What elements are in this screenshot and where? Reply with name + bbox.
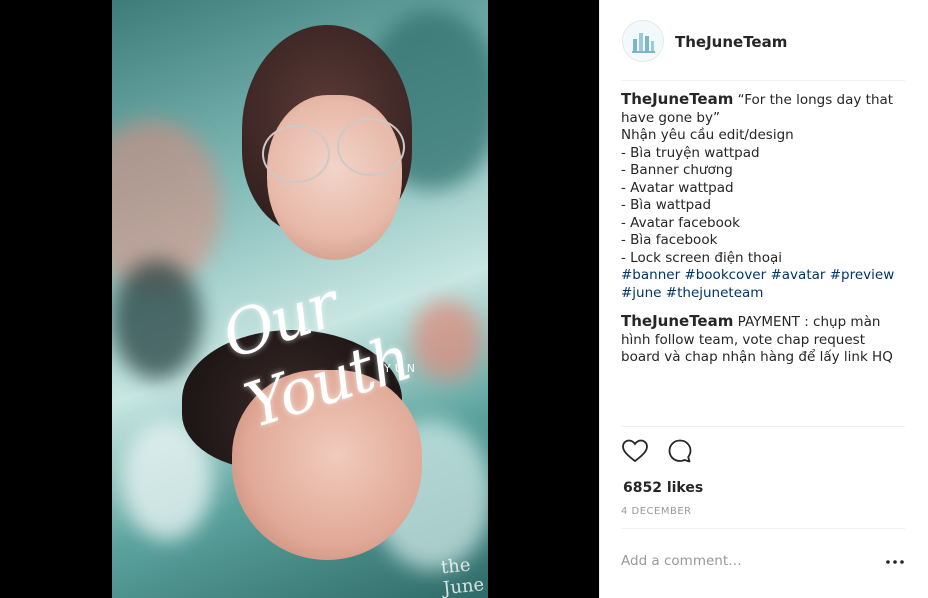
comment-divider	[621, 528, 905, 529]
comment-item: TheJuneTeam PAYMENT : chụp màn hình foll…	[621, 312, 905, 367]
header-divider	[621, 80, 905, 81]
glasses-right-lens	[337, 118, 405, 176]
post-actions	[621, 437, 706, 467]
hashtag-link[interactable]: #banner	[621, 267, 680, 283]
comment-text: hình follow team, vote chap request	[621, 331, 865, 348]
bokeh-blob	[112, 260, 202, 380]
caption-line: - Banner chương	[621, 162, 733, 178]
caption-line: - Bìa facebook	[621, 232, 718, 248]
hashtag-link[interactable]: #avatar	[770, 267, 825, 283]
caption-line: have gone by”	[621, 109, 720, 126]
post-details-panel: TheJuneTeam TheJuneTeam “For the longs d…	[599, 0, 928, 598]
post-header: TheJuneTeam	[600, 0, 928, 80]
team-logo-icon	[624, 22, 662, 60]
comment-username[interactable]: TheJuneTeam	[621, 312, 733, 330]
glasses-left-lens	[262, 125, 330, 183]
caption-line: - Bìa wattpad	[621, 197, 712, 213]
caption-line: - Bìa truyện wattpad	[621, 144, 760, 161]
caption-line: - Lock screen điện thoại	[621, 249, 783, 266]
hashtag-link[interactable]: #preview	[830, 267, 895, 283]
instagram-post-modal: Our Youth YUN the June TheJuneTeam TheJu	[0, 0, 928, 598]
post-image[interactable]: Our Youth YUN the June	[112, 0, 488, 598]
caption-line: “For the longs day that	[737, 92, 894, 108]
post-caption: TheJuneTeam “For the longs day that have…	[621, 90, 905, 302]
heart-icon[interactable]	[621, 437, 649, 465]
caption-line: - Avatar facebook	[621, 214, 740, 231]
account-avatar[interactable]	[622, 20, 664, 62]
more-options-icon[interactable]	[884, 554, 906, 568]
actions-divider	[621, 426, 905, 427]
post-date[interactable]: 4 DECEMBER	[621, 506, 692, 517]
account-username[interactable]: TheJuneTeam	[675, 33, 787, 51]
comment-text: board và chap nhận hàng để lấy link HQ	[621, 349, 893, 365]
caption-line: - Avatar wattpad	[621, 179, 734, 196]
likes-count[interactable]: 6852 likes	[623, 480, 703, 496]
watermark: the June	[439, 554, 486, 598]
hashtag-link[interactable]: #bookcover	[684, 267, 766, 283]
comment-text: PAYMENT : chụp màn	[737, 314, 881, 330]
caption-username[interactable]: TheJuneTeam	[621, 90, 733, 108]
hashtag-link[interactable]: #thejuneteam	[666, 285, 764, 301]
hashtag-link[interactable]: #june	[621, 285, 661, 301]
caption-line: Nhận yêu cầu edit/design	[621, 127, 794, 143]
comment-bubble-icon[interactable]	[666, 437, 694, 465]
artist-signature: YUN	[384, 362, 419, 375]
add-comment-input[interactable]: Add a comment…	[621, 553, 742, 569]
